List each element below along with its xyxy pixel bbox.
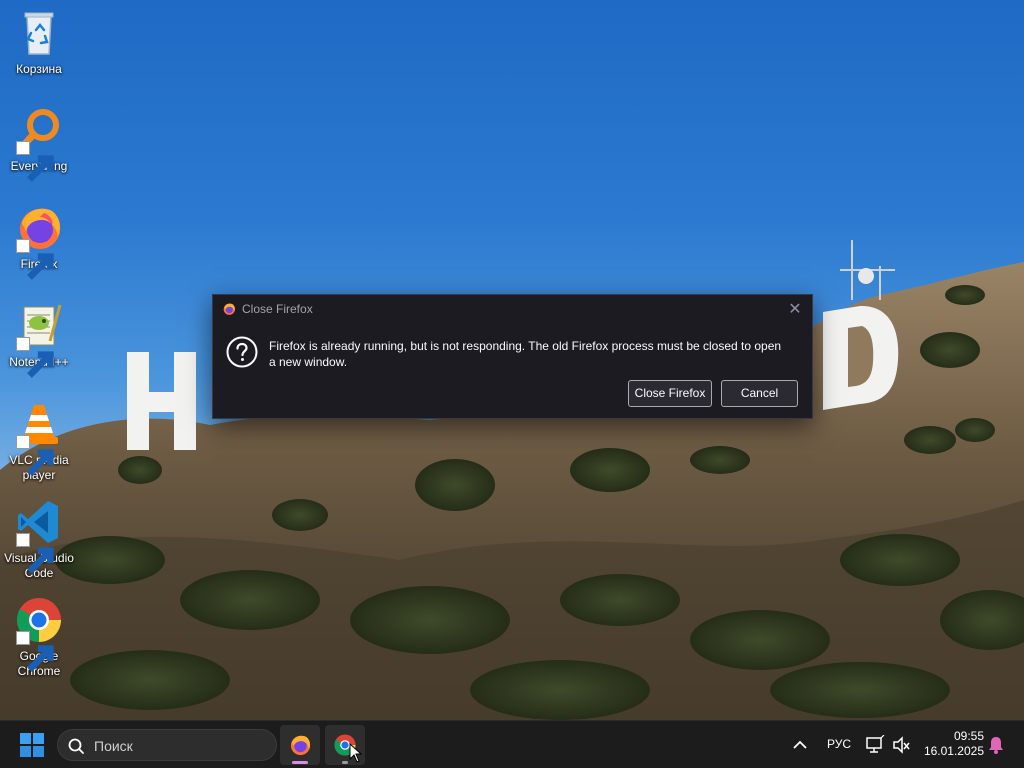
desktop-icon-chrome[interactable]: Google Chrome <box>0 595 78 679</box>
taskbar: Поиск РУС 09:55 16.01.2025 <box>0 720 1024 768</box>
shortcut-arrow-icon <box>16 631 54 672</box>
vlc-icon <box>14 399 64 476</box>
volume-muted-icon[interactable] <box>892 735 912 755</box>
dialog-titlebar[interactable]: Close Firefox ✕ <box>213 295 812 323</box>
recycle-bin-icon <box>14 8 64 58</box>
desktop-icon-firefox[interactable]: Firefox <box>0 203 78 280</box>
desktop-icon-recycle-bin[interactable]: Корзина <box>0 8 78 77</box>
dialog-title: Close Firefox <box>242 302 313 316</box>
running-indicator <box>292 761 308 764</box>
question-icon <box>226 336 258 368</box>
everything-search-icon <box>14 105 64 182</box>
shortcut-arrow-icon <box>16 337 54 378</box>
desktop-icon-vscode[interactable]: Visual Studio Code <box>0 497 78 581</box>
shortcut-arrow-icon <box>16 533 54 574</box>
cancel-button[interactable]: Cancel <box>721 380 798 407</box>
vscode-icon <box>14 497 64 574</box>
chrome-icon <box>14 595 64 672</box>
firefox-icon <box>223 303 235 315</box>
clock-date: 16.01.2025 <box>923 744 984 758</box>
taskbar-app-firefox[interactable] <box>280 725 320 765</box>
language-indicator[interactable]: РУС <box>822 737 856 751</box>
desktop: Корзина Everything Firefox Notepad++ VLC… <box>0 0 1024 720</box>
firefox-icon <box>290 735 311 756</box>
chevron-up-icon[interactable] <box>789 733 811 757</box>
desktop-icon-notepadpp[interactable]: Notepad++ <box>0 301 78 378</box>
search-icon <box>68 738 84 754</box>
clock[interactable]: 09:55 16.01.2025 <box>918 729 984 759</box>
desktop-icon-vlc[interactable]: VLC media player <box>0 399 78 483</box>
mouse-cursor-icon <box>349 743 363 763</box>
desktop-icon-everything[interactable]: Everything <box>0 105 78 182</box>
shortcut-arrow-icon <box>16 239 54 280</box>
running-indicator <box>342 761 348 764</box>
close-firefox-button[interactable]: Close Firefox <box>628 380 712 407</box>
clock-time: 09:55 <box>953 729 984 743</box>
close-firefox-dialog: Close Firefox ✕ Firefox is already runni… <box>212 294 813 419</box>
search-placeholder: Поиск <box>94 738 133 754</box>
shortcut-arrow-icon <box>16 435 54 476</box>
windows-icon <box>20 733 44 757</box>
desktop-icon-label: Корзина <box>16 62 62 76</box>
close-icon: ✕ <box>788 299 802 318</box>
notepadpp-icon <box>14 301 64 378</box>
dialog-close-button[interactable]: ✕ <box>784 299 806 319</box>
firefox-icon <box>14 203 64 280</box>
notification-bell-icon[interactable] <box>987 735 1005 755</box>
shortcut-arrow-icon <box>16 141 54 182</box>
taskbar-search-box[interactable]: Поиск <box>57 729 277 761</box>
network-icon[interactable] <box>865 735 885 755</box>
dialog-message: Firefox is already running, but is not r… <box>269 339 782 369</box>
start-button[interactable] <box>12 729 52 761</box>
